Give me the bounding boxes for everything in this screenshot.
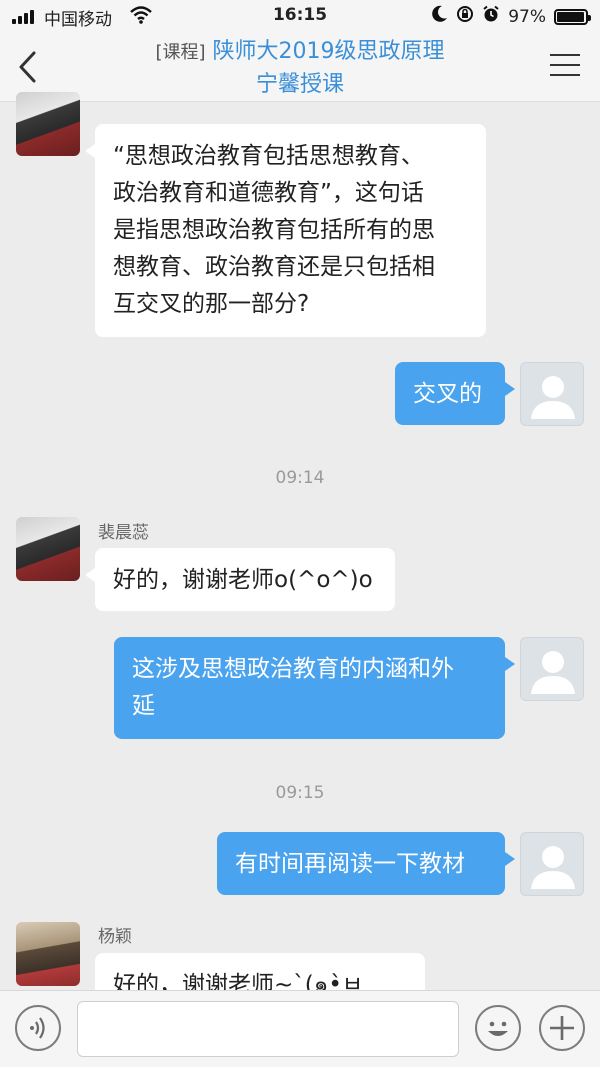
orientation-lock-icon — [456, 5, 474, 28]
message-line: 有时间再阅读一下教材 — [235, 851, 465, 877]
message-bubble[interactable]: 这涉及思想政治教育的内涵和外 延 — [114, 637, 515, 739]
moon-icon — [432, 5, 448, 28]
message-input[interactable] — [77, 1001, 459, 1057]
timestamp: 09:14 — [275, 468, 325, 488]
back-icon[interactable] — [14, 50, 44, 84]
course-tag: [课程] — [155, 42, 206, 63]
nav-bar: [课程] 陕师大2019级思政原理 宁馨授课 — [0, 32, 600, 102]
avatar[interactable] — [520, 832, 584, 896]
message-bubble[interactable]: “思想政治教育包括思想教育、 政治教育和道德教育”，这句话 是指思想政治教育包括… — [85, 124, 486, 337]
chat-title-line1: 陕师大2019级思政原理 — [212, 39, 445, 64]
emoji-icon[interactable] — [475, 1005, 521, 1051]
message-line: 好的，谢谢老师o(^o^)o — [113, 567, 373, 593]
voice-icon[interactable] — [15, 1005, 61, 1051]
plus-icon[interactable] — [539, 1005, 585, 1051]
message-line: “思想政治教育包括思想教育、 — [113, 143, 424, 169]
avatar[interactable] — [16, 517, 80, 581]
message-line: 互交叉的那一部分? — [113, 291, 310, 317]
avatar[interactable] — [520, 362, 584, 426]
message-line: 想教育、政治教育还是只包括相 — [113, 254, 435, 280]
battery-percent: 97% — [508, 6, 546, 27]
message-line: 延 — [132, 693, 155, 719]
message-line: 交叉的 — [413, 381, 482, 407]
message-bubble[interactable]: 交叉的 — [395, 362, 515, 425]
default-user-icon — [531, 651, 575, 694]
menu-icon[interactable] — [550, 54, 580, 78]
chat-title-line2: 宁馨授课 — [255, 72, 344, 97]
avatar[interactable] — [16, 922, 80, 986]
message-line: 是指思想政治教育包括所有的思 — [113, 217, 435, 243]
chat-title: [课程] 陕师大2019级思政原理 宁馨授课 — [90, 36, 510, 101]
default-user-icon — [531, 376, 575, 419]
status-bar: 中国移动 16:15 97% — [0, 0, 600, 32]
timestamp: 09:15 — [275, 783, 325, 803]
alarm-icon — [482, 5, 500, 28]
message-line: 这涉及思想政治教育的内涵和外 — [132, 656, 454, 682]
message-bubble[interactable]: 有时间再阅读一下教材 — [217, 832, 515, 895]
avatar[interactable] — [520, 637, 584, 701]
avatar[interactable] — [16, 92, 80, 156]
input-bar — [0, 990, 600, 1067]
sender-name: 裴晨蕊 — [98, 523, 149, 543]
sender-name: 杨颖 — [98, 927, 132, 947]
message-bubble[interactable]: 好的，谢谢老师o(^o^)o — [85, 548, 395, 611]
message-line: 政治教育和道德教育”，这句话 — [113, 180, 424, 206]
default-user-icon — [531, 846, 575, 889]
battery-icon — [554, 8, 591, 25]
